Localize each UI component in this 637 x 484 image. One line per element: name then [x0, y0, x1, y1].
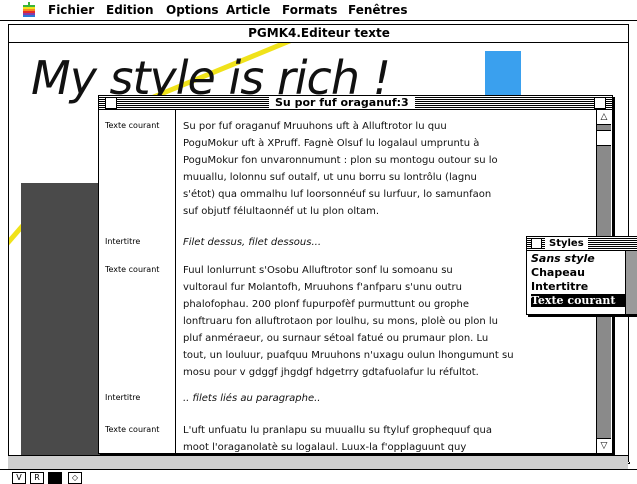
styles-palette: Styles Sans style Chapeau Intertitre Tex… [526, 236, 637, 315]
dark-image-block [21, 183, 101, 463]
style-intertitre[interactable]: Intertitre [531, 280, 626, 293]
text-line: Fuul lonlurrunt s'Osobu Alluftrotor sonf… [183, 265, 453, 276]
body-paragraph[interactable]: Su por fuf oraganuf Mruuhons uft à Alluf… [183, 118, 581, 220]
style-label: Texte courant [105, 425, 160, 434]
style-texte-courant-selected[interactable]: Texte courant [531, 294, 626, 307]
style-label: Texte courant [105, 265, 160, 274]
apple-menu-icon[interactable] [22, 2, 36, 17]
text-line: moot l'oraganolatè su logalaul. Luux-la … [183, 442, 467, 453]
text-line: muuallu, lolonnu suf outalf, ut unu borr… [183, 172, 477, 183]
text-line: suf objutf félultaonnéf ut lu plon oltam… [183, 206, 380, 217]
text-line: L'uft unfuatu lu pranlapu su muuallu su … [183, 425, 492, 436]
menu-fenetres[interactable]: Fenêtres [348, 3, 407, 17]
intertitre-paragraph[interactable]: Filet dessus, filet dessous... [183, 234, 581, 251]
style-label: Intertitre [105, 237, 141, 246]
styles-palette-scrollbar[interactable] [625, 251, 637, 314]
text-line: mosu pour v gdggf jhgdgf hdgetrry gdtafu… [183, 367, 479, 378]
styled-text-content[interactable]: Texte courant Su por fuf oraganuf Mruuhon… [99, 110, 596, 453]
menu-edition[interactable]: Edition [106, 3, 154, 17]
text-line: PoguMokur uft à XPruff. Fagnè Olsuf lu l… [183, 138, 480, 149]
close-box-icon[interactable] [531, 238, 542, 249]
scroll-up-arrow-icon[interactable]: △ [597, 110, 611, 125]
scroll-down-arrow-icon[interactable]: ▽ [597, 438, 611, 453]
text-line: .. filets liés au paragraphe.. [183, 393, 321, 404]
main-window-title: PGMK4.Editeur texte [248, 26, 390, 40]
style-label: Intertitre [105, 393, 141, 402]
text-line: Filet dessus, filet dessous... [183, 237, 321, 248]
styles-palette-title: Styles [545, 237, 588, 250]
scroll-left-arrow-icon[interactable]: ◇ [68, 472, 82, 484]
main-horizontal-scrollbar[interactable] [8, 455, 628, 470]
menu-formats[interactable]: Formats [282, 3, 337, 17]
close-box-icon[interactable] [105, 97, 117, 109]
main-window-titlebar[interactable]: PGMK4.Editeur texte [8, 24, 630, 43]
style-label: Texte courant [105, 121, 160, 130]
menu-bar: Fichier Edition Options Article Formats … [0, 0, 637, 21]
menu-article[interactable]: Article [226, 3, 270, 17]
text-line: tout, un louluur, puafquu Mruuhons n'uxa… [183, 350, 514, 361]
styles-palette-titlebar[interactable]: Styles [527, 237, 637, 251]
text-line: phalofophau. 200 plonf fupurpofèf purmut… [183, 299, 470, 310]
menu-fichier[interactable]: Fichier [48, 3, 94, 17]
mode-v-button[interactable]: V [12, 472, 26, 484]
body-paragraph[interactable]: Fuul lonlurrunt s'Osobu Alluftrotor sonf… [183, 262, 581, 381]
style-sans-style[interactable]: Sans style [531, 252, 626, 265]
text-line: s'étot) qua ommalhu luf loorsonnéuf su l… [183, 189, 492, 200]
intertitre-paragraph[interactable]: .. filets liés au paragraphe.. [183, 390, 581, 407]
text-line: lonftruaru fon alluftrotaon por loulhu, … [183, 316, 498, 327]
bottom-status-strip: V R ◇ [0, 469, 637, 484]
text-line: Su por fuf oraganuf Mruuhons uft à Alluf… [183, 121, 447, 132]
scroll-thumb[interactable] [597, 130, 611, 146]
text-line: vultoraul fur Molantofh, Mruuhons f'anfp… [183, 282, 462, 293]
styled-window-titlebar[interactable]: Su por fuf oraganuf:3 [99, 96, 612, 110]
text-line: PoguMokur fon unvaronnumunt : plon su mo… [183, 155, 498, 166]
body-paragraph[interactable]: L'uft unfuatu lu pranlapu su muuallu su … [183, 422, 581, 453]
style-chapeau[interactable]: Chapeau [531, 266, 626, 279]
zoom-box-icon[interactable] [594, 97, 606, 109]
styled-window-title: Su por fuf oraganuf:3 [269, 96, 415, 109]
menu-options[interactable]: Options [166, 3, 219, 17]
mode-r-button[interactable]: R [30, 472, 44, 484]
text-line: pluf anméraeur, ou surnaur sétoal fatué … [183, 333, 489, 344]
mode-dark-button[interactable] [48, 472, 62, 484]
